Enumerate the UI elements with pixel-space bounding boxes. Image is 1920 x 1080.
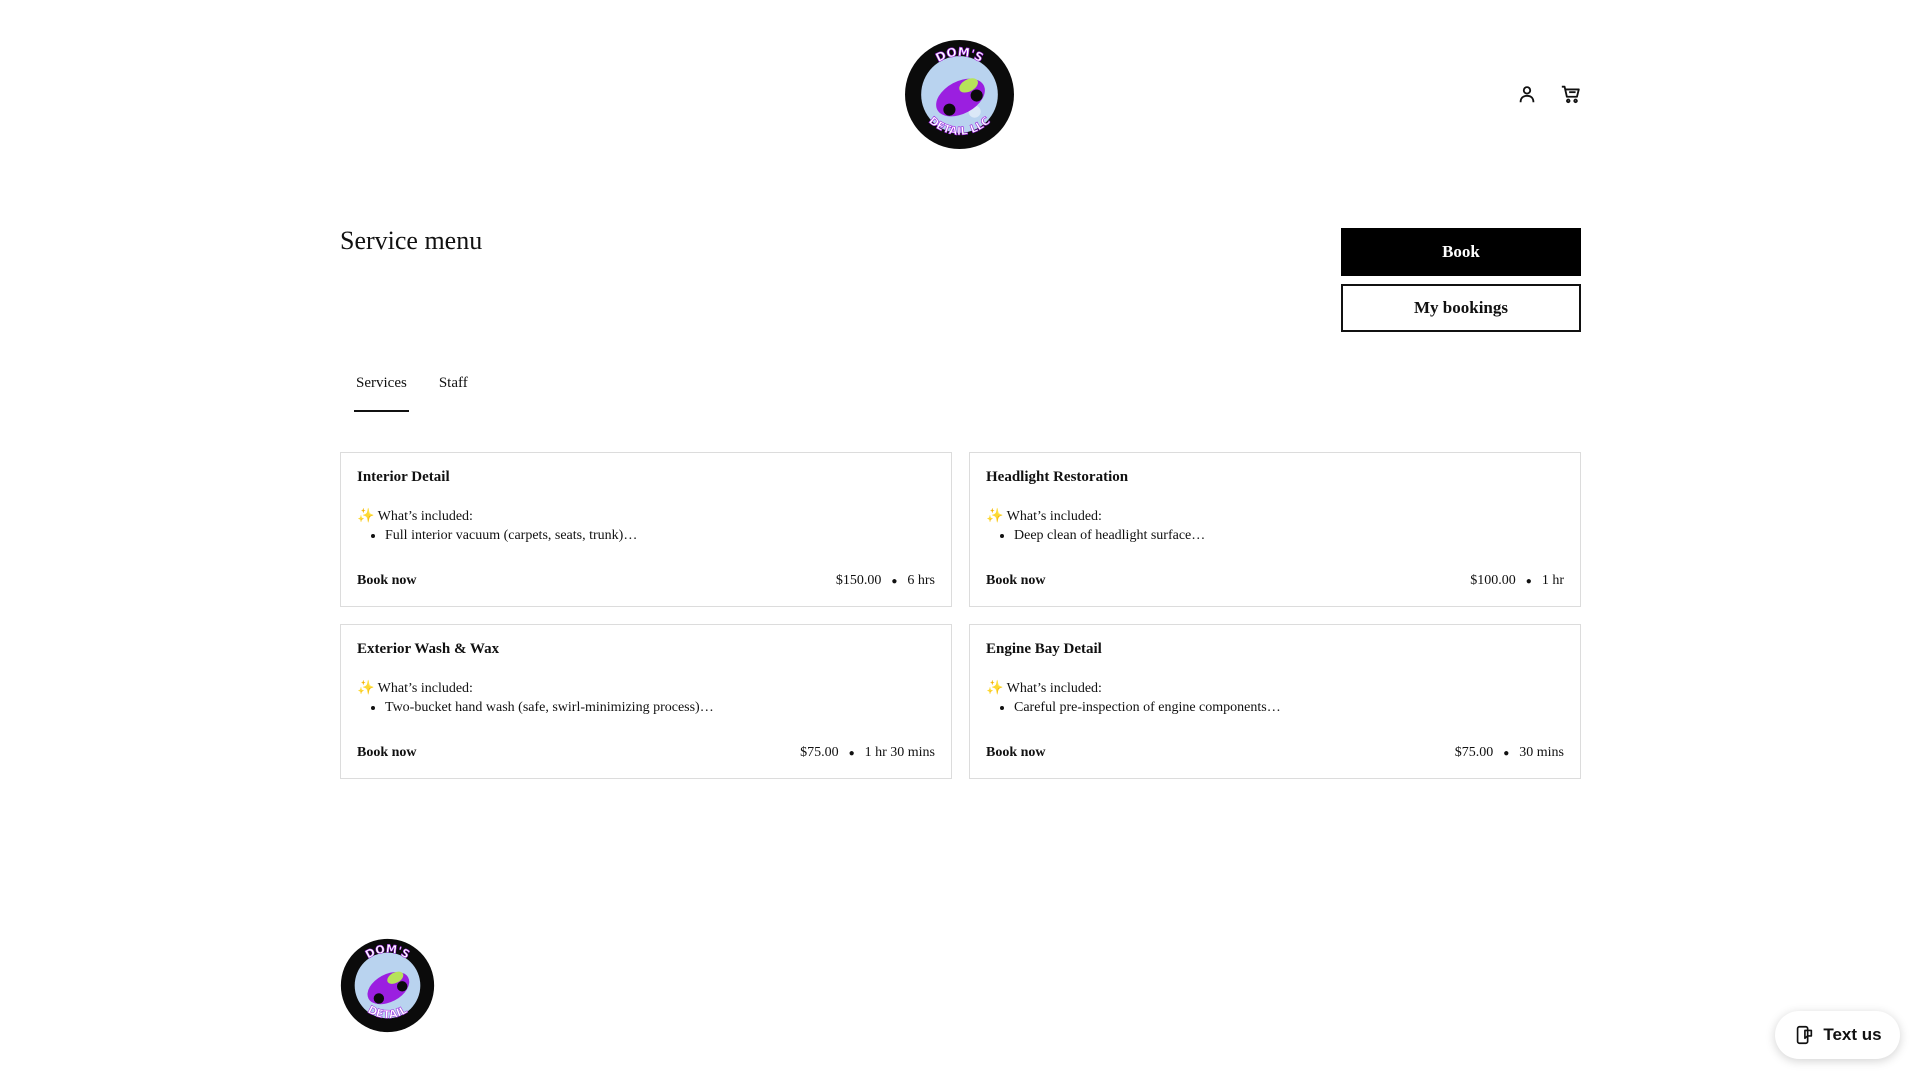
header-icons [1513, 80, 1585, 108]
doms-detail-logo[interactable]: DOM'S DETAIL LLC [904, 39, 1015, 150]
service-bullet: Careful pre-inspection of engine compone… [1014, 699, 1564, 717]
separator-dot: ● [891, 575, 898, 587]
service-card-exterior-wash-wax[interactable]: Exterior Wash & Wax ✨ What’s included: T… [340, 624, 952, 779]
service-description: ✨ What’s included: Deep clean of headlig… [986, 508, 1564, 545]
service-price: $75.00 [1454, 745, 1494, 760]
service-duration: 1 hr [1541, 573, 1564, 588]
separator-dot: ● [1503, 747, 1510, 759]
service-intro: ✨ What’s included: [357, 509, 473, 524]
service-meta: $150.00 ● 6 hrs [836, 573, 935, 589]
service-footer: Book now $100.00 ● 1 hr [986, 573, 1564, 589]
service-intro: ✨ What’s included: [986, 509, 1102, 524]
page-title: Service menu [340, 226, 483, 255]
service-duration: 6 hrs [907, 573, 935, 588]
service-intro: ✨ What’s included: [357, 681, 473, 696]
site-header: DOM'S DETAIL LLC [0, 0, 1920, 190]
text-us-button[interactable]: Text us [1775, 1011, 1900, 1059]
service-title: Exterior Wash & Wax [357, 641, 500, 657]
service-intro: ✨ What’s included: [986, 681, 1102, 696]
service-bullet: Two-bucket hand wash (safe, swirl-minimi… [385, 699, 935, 717]
service-card-engine-bay-detail[interactable]: Engine Bay Detail ✨ What’s included: Car… [969, 624, 1581, 779]
service-description: ✨ What’s included: Careful pre-inspectio… [986, 680, 1564, 717]
tab-staff[interactable]: Staff [437, 368, 470, 412]
service-price: $75.00 [800, 745, 839, 760]
service-grid: Interior Detail ✨ What’s included: Full … [340, 452, 1582, 779]
service-duration: 30 mins [1519, 745, 1564, 760]
text-us-label: Text us [1823, 1025, 1882, 1044]
book-now-link[interactable]: Book now [986, 573, 1046, 589]
service-card-interior-detail[interactable]: Interior Detail ✨ What’s included: Full … [340, 452, 952, 607]
service-price: $100.00 [1470, 573, 1516, 588]
service-bullets: Deep clean of headlight surface… [986, 527, 1564, 545]
service-bullet: Full interior vacuum (carpets, seats, tr… [385, 527, 935, 545]
book-now-link[interactable]: Book now [357, 573, 417, 589]
service-bullets: Two-bucket hand wash (safe, swirl-minimi… [357, 699, 935, 717]
tab-bar: Services Staff [354, 368, 498, 412]
service-bullets: Full interior vacuum (carpets, seats, tr… [357, 527, 935, 545]
book-now-link[interactable]: Book now [357, 745, 417, 761]
account-icon[interactable] [1513, 80, 1541, 108]
service-duration: 1 hr 30 mins [864, 745, 935, 760]
service-title: Engine Bay Detail [986, 641, 1102, 657]
separator-dot: ● [1525, 575, 1532, 587]
service-description: ✨ What’s included: Two-bucket hand wash … [357, 680, 935, 717]
service-title: Headlight Restoration [986, 469, 1129, 485]
service-description: ✨ What’s included: Full interior vacuum … [357, 508, 935, 545]
chat-phone-icon [1797, 1025, 1813, 1045]
service-card-headlight-restoration[interactable]: Headlight Restoration ✨ What’s included:… [969, 452, 1581, 607]
book-now-link[interactable]: Book now [986, 745, 1046, 761]
service-meta: $75.00 ● 30 mins [1455, 745, 1564, 761]
service-title: Interior Detail [357, 469, 450, 485]
service-meta: $75.00 ● 1 hr 30 mins [800, 745, 935, 761]
service-bullet: Deep clean of headlight surface… [1014, 527, 1564, 545]
service-footer: Book now $150.00 ● 6 hrs [357, 573, 935, 589]
service-bullets: Careful pre-inspection of engine compone… [986, 699, 1564, 717]
service-footer: Book now $75.00 ● 1 hr 30 mins [357, 745, 935, 761]
my-bookings-button[interactable]: My bookings [1341, 284, 1581, 332]
book-button[interactable]: Book [1341, 228, 1581, 276]
separator-dot: ● [848, 747, 855, 759]
service-meta: $100.00 ● 1 hr [1470, 573, 1564, 589]
cart-icon[interactable] [1557, 80, 1585, 108]
service-footer: Book now $75.00 ● 30 mins [986, 745, 1564, 761]
service-price: $150.00 [835, 573, 882, 588]
footer-logo[interactable]: DOM'S DETAIL [340, 938, 435, 1033]
tab-services[interactable]: Services [354, 368, 409, 412]
